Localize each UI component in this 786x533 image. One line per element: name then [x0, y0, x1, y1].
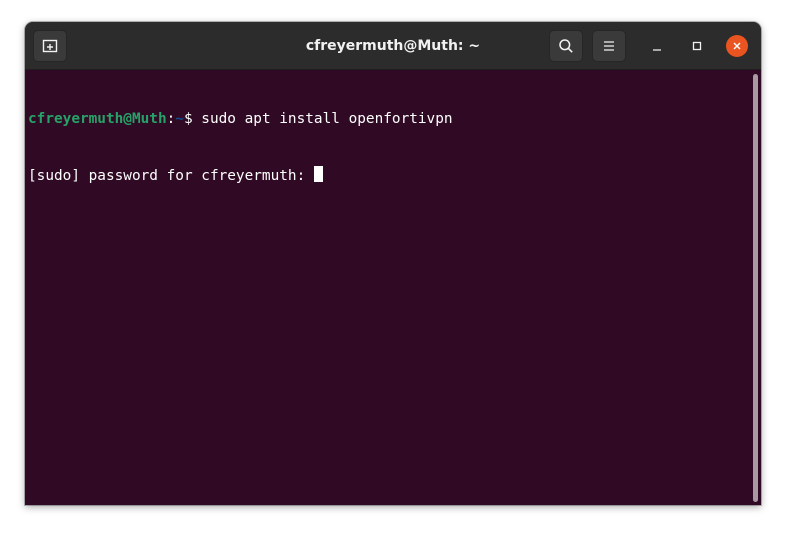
terminal-output[interactable]: cfreyermuth@Muth:~$ sudo apt install ope… [25, 70, 761, 505]
prompt-separator: : [166, 111, 176, 127]
search-icon [559, 39, 573, 53]
terminal-line: cfreyermuth@Muth:~$ sudo apt install ope… [28, 110, 761, 129]
command-text: sudo apt install openfortivpn [201, 111, 453, 127]
terminal-window: cfreyermuth@Muth: ~ cfreyermuth@Muth:~$ … [25, 22, 761, 505]
prompt-user-host: cfreyermuth@Muth [28, 111, 167, 127]
new-tab-button[interactable] [33, 30, 67, 62]
new-tab-icon [42, 39, 58, 53]
minimize-button[interactable] [646, 35, 668, 57]
search-button[interactable] [549, 30, 583, 62]
text-cursor [313, 165, 323, 182]
terminal-line: [sudo] password for cfreyermuth: [28, 165, 761, 185]
maximize-icon [692, 41, 702, 51]
header-bar: cfreyermuth@Muth: ~ [25, 22, 761, 70]
menu-button[interactable] [592, 30, 626, 62]
prompt-path: ~ [175, 111, 184, 127]
close-icon [733, 42, 741, 50]
terminal-scrollbar[interactable] [753, 74, 758, 502]
maximize-button[interactable] [686, 35, 708, 57]
sudo-password-prompt: [sudo] password for cfreyermuth: [28, 167, 314, 184]
close-button[interactable] [726, 35, 748, 57]
prompt-symbol: $ [183, 111, 202, 127]
hamburger-menu-icon [604, 41, 614, 51]
minimize-icon [653, 49, 661, 51]
